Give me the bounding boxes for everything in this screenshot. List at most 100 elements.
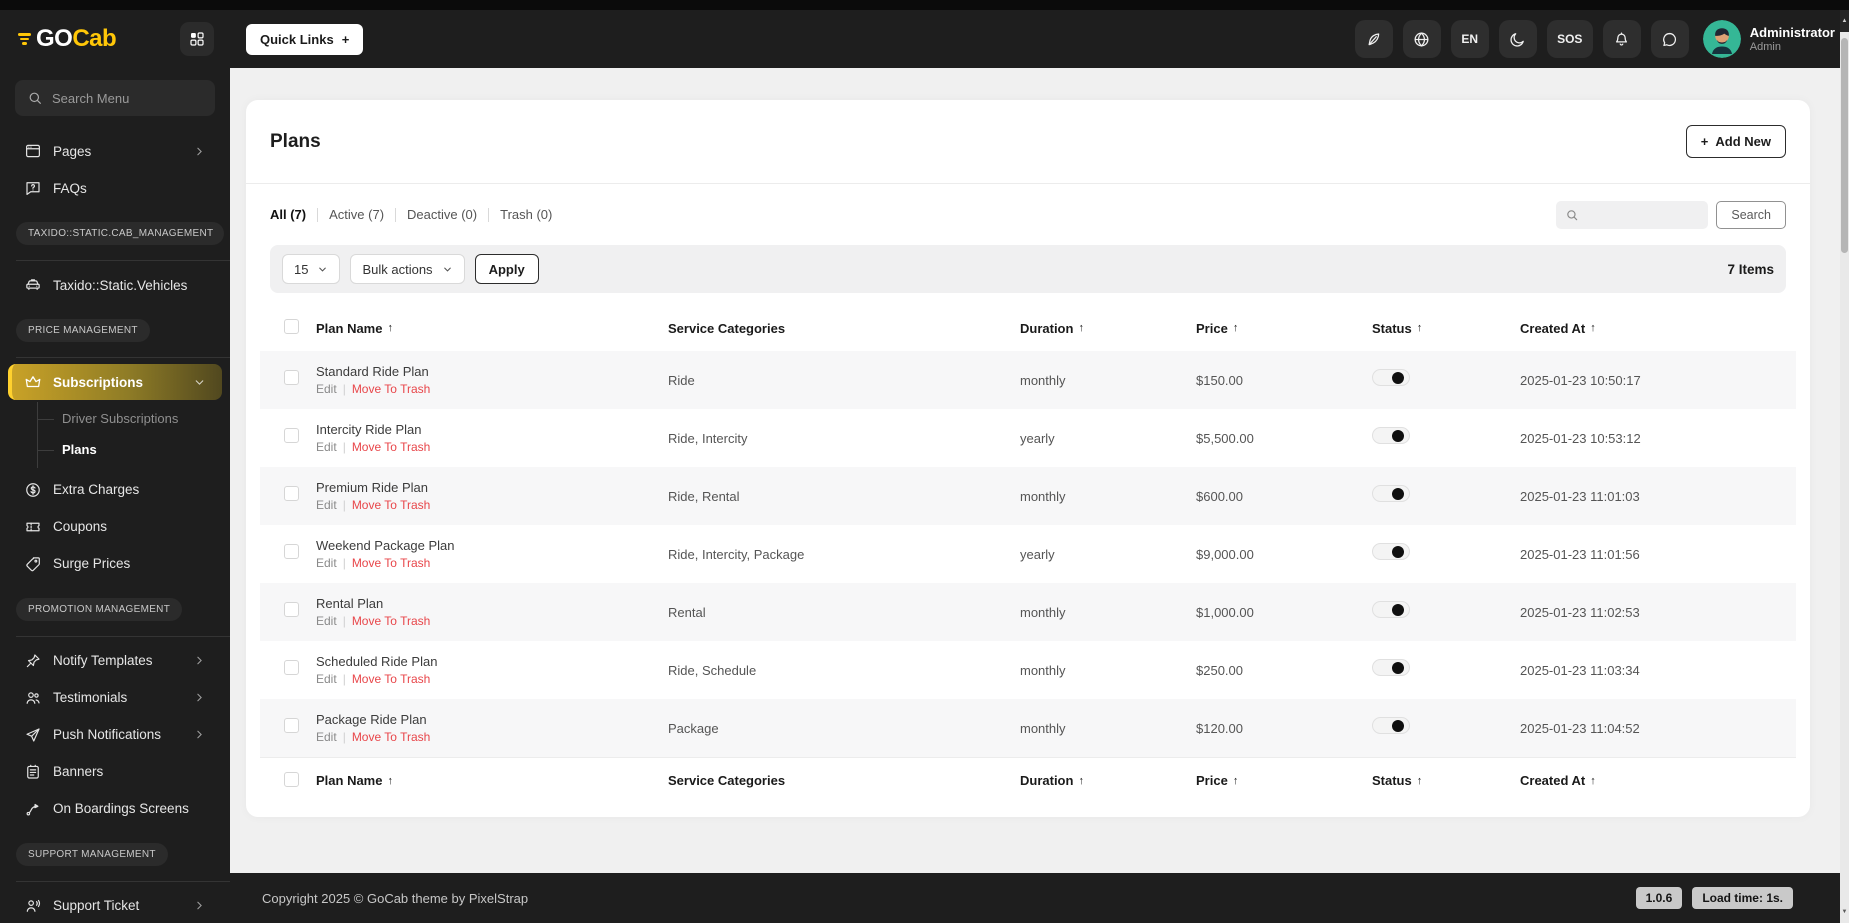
sidebar-section-promotion-management: PROMOTION MANAGEMENT (0, 597, 230, 637)
sos-button[interactable]: SOS (1546, 20, 1593, 58)
select-all-checkbox[interactable] (284, 319, 299, 334)
edit-link[interactable]: Edit (316, 672, 337, 686)
vertical-scrollbar[interactable]: ▲ ▼ (1840, 10, 1849, 923)
sidebar-item-pages[interactable]: Pages (8, 133, 222, 169)
tab-trash[interactable]: Trash (0) (489, 207, 563, 222)
edit-link[interactable]: Edit (316, 440, 337, 454)
notifications-button[interactable] (1602, 20, 1641, 58)
row-checkbox[interactable] (284, 544, 299, 559)
price: $150.00 (1196, 372, 1243, 388)
col-service-categories: Service Categories (668, 320, 786, 336)
quick-links-button[interactable]: Quick Links + (246, 23, 364, 55)
scrollbar-up-arrow[interactable]: ▲ (1840, 10, 1849, 32)
quick-links-label: Quick Links (260, 31, 334, 47)
sidebar-item-faqs[interactable]: FAQs (8, 170, 222, 206)
row-checkbox[interactable] (284, 370, 299, 385)
col-duration[interactable]: Duration (1020, 773, 1073, 788)
row-checkbox[interactable] (284, 486, 299, 501)
gocab-logo[interactable]: GOCab (18, 25, 117, 53)
bulk-actions-select[interactable]: Bulk actions (350, 254, 465, 284)
move-to-trash-link[interactable]: Move To Trash (352, 498, 430, 512)
language-globe-button[interactable] (1402, 20, 1441, 58)
col-plan-name[interactable]: Plan Name (316, 321, 382, 336)
status-toggle[interactable] (1372, 485, 1410, 502)
sidebar-subitem-plans[interactable]: Plans (38, 435, 203, 466)
status-toggle[interactable] (1372, 717, 1410, 734)
col-created-at[interactable]: Created At (1520, 773, 1585, 788)
select-all-checkbox[interactable] (284, 771, 299, 787)
scrollbar-down-arrow[interactable]: ▼ (1840, 904, 1849, 920)
sidebar-item-push-notifications[interactable]: Push Notifications (8, 717, 222, 753)
col-status[interactable]: Status (1372, 773, 1412, 788)
status-toggle[interactable] (1372, 543, 1410, 560)
sort-icon: ↑ (1078, 774, 1084, 787)
status-toggle[interactable] (1372, 369, 1410, 386)
per-page-select[interactable]: 15 (282, 254, 341, 284)
sidebar-item-onboarding-screens[interactable]: On Boardings Screens (8, 791, 222, 827)
col-price[interactable]: Price (1196, 773, 1228, 788)
sidebar-item-label: Subscriptions (53, 374, 144, 390)
sidebar-search-input[interactable] (52, 90, 228, 106)
sidebar-item-support-ticket[interactable]: Support Ticket (8, 888, 222, 923)
status-toggle[interactable] (1372, 659, 1410, 676)
table-search-input[interactable] (1585, 208, 1700, 222)
action-separator: | (342, 556, 346, 570)
sidebar-item-vehicles[interactable]: Taxido::Static.Vehicles (8, 267, 222, 303)
apps-grid-button[interactable] (180, 22, 214, 56)
move-to-trash-link[interactable]: Move To Trash (352, 730, 430, 744)
section-divider (16, 880, 230, 882)
topbar-actions: EN SOS Administrator Admin (1354, 20, 1835, 58)
plan-name: Standard Ride Plan (316, 364, 429, 379)
route-icon (24, 800, 42, 818)
dark-mode-button[interactable] (1498, 20, 1537, 58)
col-created-at[interactable]: Created At (1520, 321, 1585, 336)
sort-icon: ↑ (1232, 774, 1239, 787)
service-categories: Ride, Intercity, Package (668, 546, 805, 562)
col-price[interactable]: Price (1196, 321, 1228, 336)
user-menu[interactable]: Administrator Admin (1702, 20, 1835, 58)
edit-link[interactable]: Edit (316, 498, 337, 512)
sidebar-item-subscriptions[interactable]: Subscriptions (8, 364, 222, 400)
sidebar-item-banners[interactable]: Banners (8, 754, 222, 790)
row-checkbox[interactable] (284, 660, 299, 675)
sidebar-item-coupons[interactable]: Coupons (8, 509, 222, 545)
tab-active[interactable]: Active (7) (318, 207, 397, 223)
status-toggle[interactable] (1372, 601, 1410, 618)
tab-deactive[interactable]: Deactive (0) (396, 207, 490, 223)
sidebar-item-surge-prices[interactable]: Surge Prices (8, 546, 222, 582)
sidebar-item-notify-templates[interactable]: Notify Templates (8, 643, 222, 679)
tab-all[interactable]: All (7) (270, 207, 319, 223)
edit-link[interactable]: Edit (316, 556, 337, 570)
add-new-button[interactable]: + Add New (1685, 125, 1786, 158)
edit-link[interactable]: Edit (316, 382, 337, 396)
sidebar-item-extra-charges[interactable]: Extra Charges (8, 472, 222, 508)
scrollbar-thumb[interactable] (1841, 38, 1848, 253)
language-select-button[interactable]: EN (1450, 20, 1489, 58)
sos-label: SOS (1557, 32, 1583, 46)
chevron-right-icon (193, 145, 206, 158)
row-checkbox[interactable] (284, 602, 299, 617)
theme-customizer-button[interactable] (1354, 20, 1393, 58)
status-toggle[interactable] (1372, 427, 1410, 444)
edit-link[interactable]: Edit (316, 614, 337, 628)
col-duration[interactable]: Duration (1020, 321, 1073, 336)
sort-icon: ↑ (387, 322, 393, 334)
move-to-trash-link[interactable]: Move To Trash (352, 672, 430, 686)
apply-button[interactable]: Apply (474, 254, 539, 284)
sidebar-item-testimonials[interactable]: Testimonials (8, 680, 222, 716)
edit-link[interactable]: Edit (316, 730, 337, 744)
move-to-trash-link[interactable]: Move To Trash (352, 556, 430, 570)
move-to-trash-link[interactable]: Move To Trash (352, 382, 430, 396)
sort-icon: ↑ (1078, 322, 1084, 334)
load-time-badge: Load time: 1s. (1692, 887, 1793, 909)
move-to-trash-link[interactable]: Move To Trash (352, 440, 430, 454)
col-plan-name[interactable]: Plan Name (316, 773, 382, 788)
messages-button[interactable] (1650, 20, 1689, 58)
toggle-knob (1392, 429, 1404, 442)
move-to-trash-link[interactable]: Move To Trash (352, 614, 430, 628)
sidebar-subitem-driver-subscriptions[interactable]: Driver Subscriptions (38, 404, 203, 435)
col-status[interactable]: Status (1372, 321, 1412, 336)
search-button[interactable]: Search (1716, 201, 1786, 229)
row-checkbox[interactable] (284, 718, 299, 733)
row-checkbox[interactable] (284, 428, 299, 443)
